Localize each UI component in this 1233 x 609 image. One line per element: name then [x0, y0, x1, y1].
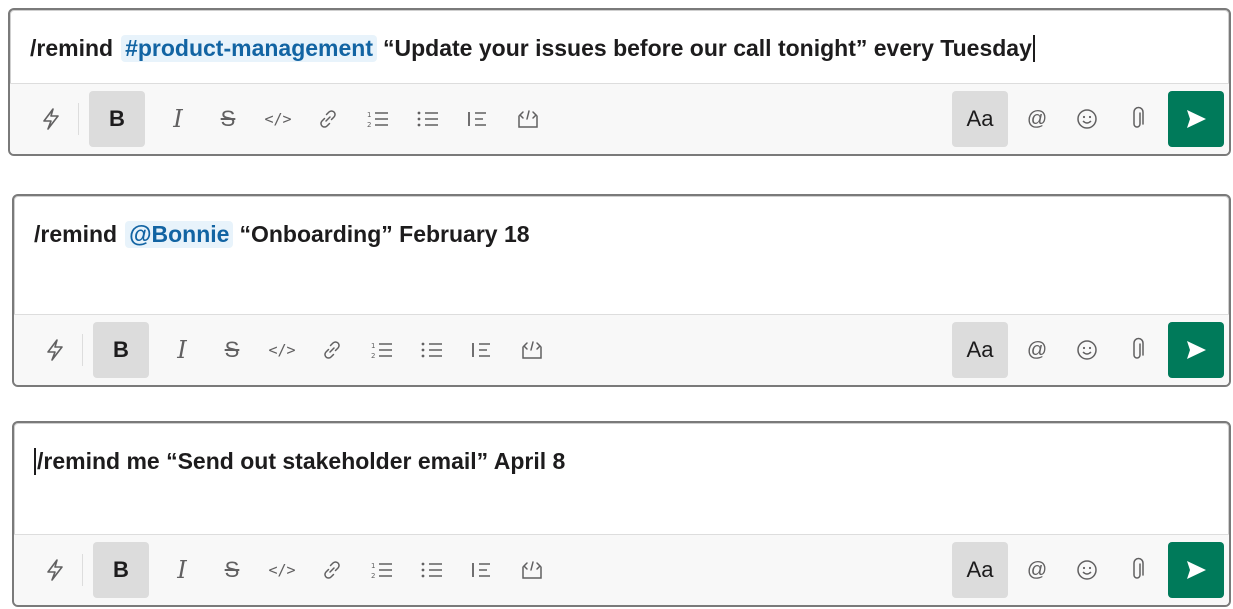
emoji-icon — [1077, 560, 1097, 580]
message-text: “Update your issues before our call toni… — [383, 34, 1035, 62]
user-mention-chip[interactable]: @Bonnie — [125, 220, 234, 248]
bulleted-list-icon — [417, 111, 438, 127]
attach-button[interactable] — [1112, 323, 1162, 377]
italic-button[interactable]: I — [157, 323, 207, 377]
italic-button[interactable]: I — [153, 92, 203, 146]
send-button[interactable] — [1168, 322, 1224, 378]
toolbar-divider — [82, 554, 83, 586]
shortcuts-bolt-icon — [47, 559, 63, 581]
link-icon — [324, 561, 340, 579]
message-text: /remind me “Send out stakeholder email” … — [34, 447, 565, 475]
bulleted-list-button[interactable] — [407, 543, 457, 597]
formatting-toolbar: B I S </> 12 Aa @ — [14, 314, 1229, 385]
toolbar-divider — [78, 103, 79, 135]
message-composer-1[interactable]: /remind #product-management “Update your… — [8, 8, 1231, 156]
message-input[interactable]: /remind #product-management “Update your… — [30, 30, 1213, 66]
toolbar-divider — [82, 334, 83, 366]
send-button[interactable] — [1168, 542, 1224, 598]
numbered-list-button[interactable]: 12 — [357, 323, 407, 377]
blockquote-button[interactable] — [457, 543, 507, 597]
numbered-list-icon: 12 — [367, 111, 388, 129]
code-block-icon — [518, 110, 538, 128]
message-input[interactable]: /remind @Bonnie “Onboarding” February 18 — [34, 216, 1213, 252]
link-button[interactable] — [303, 92, 353, 146]
attachment-icon — [1133, 337, 1144, 359]
message-text: “Onboarding” February 18 — [239, 220, 530, 247]
link-icon — [324, 341, 340, 359]
bold-button[interactable]: B — [89, 91, 145, 147]
code-button[interactable]: </> — [253, 92, 303, 146]
attachment-icon — [1133, 106, 1144, 128]
channel-mention-chip[interactable]: #product-management — [121, 34, 378, 62]
attach-button[interactable] — [1112, 543, 1162, 597]
mention-button[interactable]: @ — [1012, 543, 1062, 597]
text-format-button[interactable]: Aa — [952, 542, 1008, 598]
slash-command: /remind — [30, 34, 114, 61]
numbered-list-button[interactable]: 12 — [353, 92, 403, 146]
text-format-button[interactable]: Aa — [952, 91, 1008, 147]
message-input[interactable]: /remind me “Send out stakeholder email” … — [34, 443, 1213, 479]
svg-text:1: 1 — [371, 342, 375, 350]
mention-button[interactable]: @ — [1012, 323, 1062, 377]
code-block-button[interactable] — [507, 323, 557, 377]
shortcuts-bolt-icon — [47, 339, 63, 361]
bulleted-list-button[interactable] — [407, 323, 457, 377]
svg-text:2: 2 — [371, 352, 375, 360]
emoji-button[interactable] — [1062, 543, 1112, 597]
code-button[interactable]: </> — [257, 543, 307, 597]
slash-command: /remind — [34, 220, 118, 247]
code-block-icon — [522, 561, 542, 579]
bold-button[interactable]: B — [93, 322, 149, 378]
link-button[interactable] — [307, 323, 357, 377]
shortcuts-button[interactable] — [26, 92, 76, 146]
formatting-toolbar: B I S </> 12 Aa @ — [10, 83, 1229, 154]
emoji-icon — [1077, 109, 1097, 129]
send-button[interactable] — [1168, 91, 1224, 147]
send-icon — [1187, 110, 1206, 128]
bulleted-list-button[interactable] — [403, 92, 453, 146]
blockquote-icon — [468, 112, 486, 126]
emoji-icon — [1077, 340, 1097, 360]
code-block-button[interactable] — [507, 543, 557, 597]
shortcuts-button[interactable] — [30, 543, 80, 597]
attachment-icon — [1133, 557, 1144, 579]
strikethrough-button[interactable]: S — [207, 323, 257, 377]
svg-text:1: 1 — [367, 111, 371, 119]
attach-button[interactable] — [1112, 92, 1162, 146]
code-block-button[interactable] — [503, 92, 553, 146]
blockquote-button[interactable] — [457, 323, 507, 377]
message-composer-2[interactable]: /remind @Bonnie “Onboarding” February 18… — [12, 194, 1231, 387]
svg-text:2: 2 — [367, 121, 371, 129]
numbered-list-icon: 12 — [371, 342, 392, 360]
bulleted-list-icon — [421, 342, 442, 358]
strikethrough-button[interactable]: S — [207, 543, 257, 597]
svg-text:1: 1 — [371, 562, 375, 570]
send-icon — [1187, 561, 1206, 579]
emoji-button[interactable] — [1062, 323, 1112, 377]
link-button[interactable] — [307, 543, 357, 597]
numbered-list-button[interactable]: 12 — [357, 543, 407, 597]
shortcuts-bolt-icon — [43, 108, 59, 130]
bulleted-list-icon — [421, 562, 442, 578]
italic-button[interactable]: I — [157, 543, 207, 597]
formatting-toolbar: B I S </> 12 Aa @ — [14, 534, 1229, 605]
link-icon — [320, 110, 336, 128]
mention-button[interactable]: @ — [1012, 92, 1062, 146]
blockquote-icon — [472, 563, 490, 577]
emoji-button[interactable] — [1062, 92, 1112, 146]
send-icon — [1187, 341, 1206, 359]
text-format-button[interactable]: Aa — [952, 322, 1008, 378]
bold-button[interactable]: B — [93, 542, 149, 598]
code-block-icon — [522, 341, 542, 359]
message-composer-3[interactable]: /remind me “Send out stakeholder email” … — [12, 421, 1231, 607]
code-button[interactable]: </> — [257, 323, 307, 377]
blockquote-icon — [472, 343, 490, 357]
svg-text:2: 2 — [371, 572, 375, 580]
shortcuts-button[interactable] — [30, 323, 80, 377]
strikethrough-button[interactable]: S — [203, 92, 253, 146]
blockquote-button[interactable] — [453, 92, 503, 146]
numbered-list-icon: 12 — [371, 562, 392, 580]
